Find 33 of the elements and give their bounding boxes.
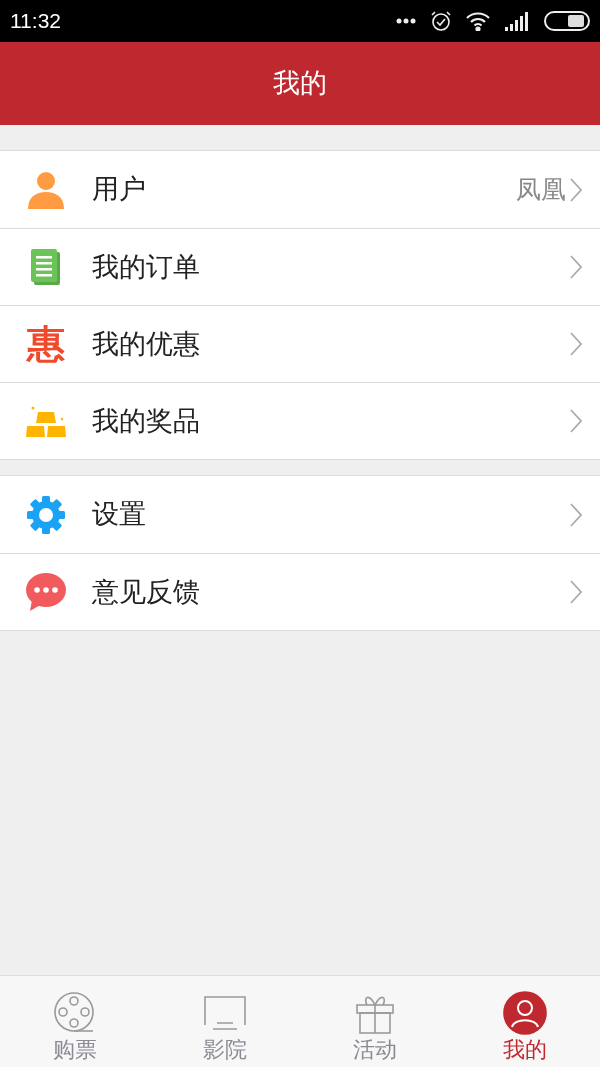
person-icon: [26, 169, 66, 210]
wifi-icon: [466, 11, 490, 31]
chevron-right-icon: [570, 255, 582, 279]
menu-label: 设置: [92, 498, 147, 532]
profile-icon: [503, 991, 547, 1035]
more-dots-icon: [396, 18, 416, 24]
menu-label: 我的奖品: [92, 404, 201, 438]
menu-row[interactable]: 惠 我的优惠: [0, 305, 600, 382]
alarm-clock-icon: [430, 10, 452, 32]
chevron-right-icon: [570, 580, 582, 604]
film-reel-icon: [53, 991, 97, 1035]
menu-row[interactable]: 设置: [0, 476, 600, 553]
menu-label: 我的优惠: [92, 327, 201, 361]
menu-label: 用户: [92, 173, 147, 207]
page-title: 我的: [273, 67, 327, 101]
tab[interactable]: 我的: [450, 976, 600, 1067]
chat-bubble-icon: [26, 572, 66, 612]
battery-icon: [544, 11, 590, 31]
menu-row[interactable]: 我的订单: [0, 228, 600, 305]
settings-icon: [26, 494, 66, 535]
status-time: 11:32: [10, 8, 61, 35]
menu-label: 意见反馈: [92, 575, 201, 609]
user-name: 凤凰: [516, 173, 566, 205]
chevron-right-icon: [570, 502, 582, 527]
discount-icon: 惠: [27, 325, 65, 363]
menu-label: 我的订单: [92, 250, 201, 284]
chevron-right-icon: [570, 332, 582, 356]
menu-row[interactable]: 我的奖品: [0, 382, 600, 459]
chevron-right-icon: [570, 177, 582, 202]
menu-row[interactable]: 用户 凤凰: [0, 151, 600, 228]
menu-row[interactable]: 意见反馈: [0, 553, 600, 630]
signal-icon: [504, 11, 530, 31]
chevron-right-icon: [570, 409, 582, 433]
